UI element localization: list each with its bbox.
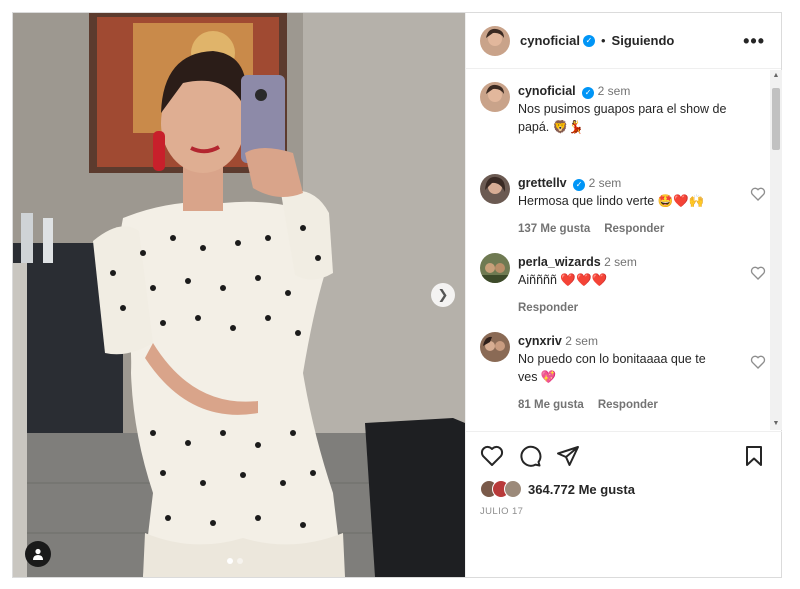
verified-badge-icon: ✓ [582,87,595,99]
comment-avatar[interactable] [480,253,510,283]
post-actions: 364.772 Me gusta JULIO 17 [466,431,782,581]
more-options-icon[interactable]: ••• [743,31,765,52]
comment-text: Aiññññ ❤️❤️❤️ [518,273,608,287]
comment-meta: 137 Me gusta Responder [518,220,728,238]
comment-row: grettellv ✓ 2 sem Hermosa que lindo vert… [480,174,766,238]
caption-avatar[interactable] [480,82,510,112]
reply-button[interactable]: Responder [518,302,578,314]
liker-avatars [480,480,522,498]
comment-time[interactable]: 2 sem [604,255,637,269]
comments-scrollbar[interactable]: ▲ ▼ [770,70,782,430]
comment-meta: 81 Me gusta Responder [518,396,728,414]
carousel-indicator [227,558,243,564]
comment-like-heart-icon[interactable] [750,354,766,370]
caption-row: cynoficial ✓ 2 sem Nos pusimos guapos pa… [480,82,766,136]
post-date[interactable]: JULIO 17 [480,506,523,517]
comment-row: perla_wizards 2 sem Aiññññ ❤️❤️❤️ Respon… [480,253,766,317]
comment-icon[interactable] [518,444,542,468]
comment-row: cynxriv 2 sem No puedo con lo bonitaaaa … [480,332,766,414]
comment-text: Hermosa que lindo verte 🤩❤️🙌 [518,194,705,208]
bookmark-icon[interactable] [742,444,766,468]
heart-icon[interactable] [480,444,504,468]
comment-username[interactable]: grettellv [518,176,567,190]
comments-list[interactable]: cynoficial ✓ 2 sem Nos pusimos guapos pa… [466,70,782,430]
comment-like-heart-icon[interactable] [750,186,766,202]
caption-time[interactable]: 2 sem [598,84,631,98]
reply-button[interactable]: Responder [604,223,664,235]
post-sidebar: cynoficial ✓ • Siguiendo ••• cynoficial … [465,13,782,577]
verified-badge-icon: ✓ [582,34,595,47]
next-slide-button[interactable]: ❯ [431,283,455,307]
liker-avatar [504,480,522,498]
author-avatar[interactable] [480,25,510,56]
caption-username[interactable]: cynoficial [518,84,576,98]
following-button[interactable]: Siguiendo [612,33,675,48]
comment-username[interactable]: perla_wizards [518,255,601,269]
carousel-dot-active [227,558,233,564]
comment-text: No puedo con lo bonitaaaa que te ves 💖 [518,352,706,384]
comment-likes[interactable]: 137 Me gusta [518,223,590,235]
photo-scene [13,13,465,577]
comment-like-heart-icon[interactable] [750,265,766,281]
comment-likes[interactable]: 81 Me gusta [518,399,584,411]
author-username[interactable]: cynoficial [520,33,580,48]
comment-avatar[interactable] [480,332,510,362]
send-icon[interactable] [556,444,580,468]
post-modal: ❯ cynoficial ✓ • Siguiendo ••• cynoficia… [12,12,782,578]
like-count[interactable]: 364.772 Me gusta [528,482,635,497]
comment-time[interactable]: 2 sem [565,334,598,348]
carousel-dot [237,558,243,564]
tagged-users-button[interactable] [25,541,51,567]
separator-dot: • [600,33,606,48]
comment-avatar[interactable] [480,174,510,204]
chevron-right-icon: ❯ [437,287,449,302]
comment-time[interactable]: 2 sem [589,176,622,190]
post-photo[interactable]: ❯ [13,13,465,577]
post-header: cynoficial ✓ • Siguiendo ••• [466,13,781,69]
reply-button[interactable]: Responder [598,399,658,411]
scroll-up-icon[interactable]: ▲ [770,70,782,82]
comment-meta: Responder [518,299,728,317]
scrollbar-thumb[interactable] [772,88,780,150]
scroll-down-icon[interactable]: ▼ [770,418,782,430]
user-tag-icon [33,548,43,560]
comment-username[interactable]: cynxriv [518,334,562,348]
caption-text: Nos pusimos guapos para el show de papá.… [518,102,727,134]
likes-summary[interactable]: 364.772 Me gusta [480,480,635,498]
verified-badge-icon: ✓ [573,179,586,191]
